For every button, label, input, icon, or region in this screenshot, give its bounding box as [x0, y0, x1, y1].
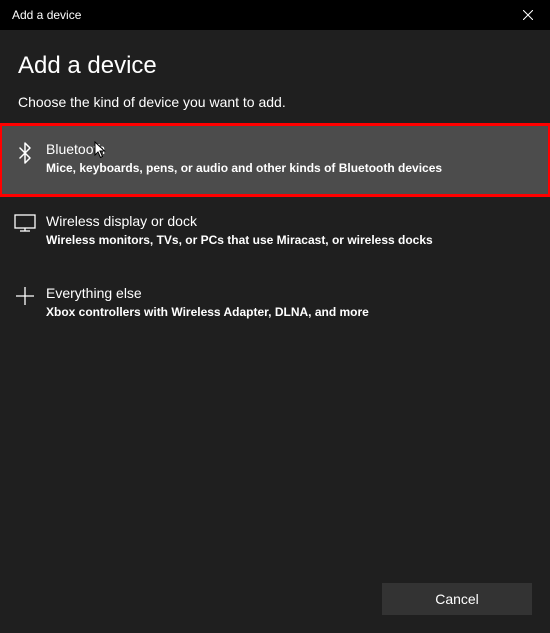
option-title: Bluetooth: [46, 140, 536, 158]
instruction-text: Choose the kind of device you want to ad…: [18, 94, 532, 110]
option-description: Xbox controllers with Wireless Adapter, …: [46, 304, 536, 321]
option-title: Wireless display or dock: [46, 212, 536, 230]
monitor-icon: [14, 214, 36, 232]
titlebar: Add a device: [0, 0, 550, 30]
close-icon: [523, 10, 533, 20]
device-options-list: Bluetooth Mice, keyboards, pens, or audi…: [0, 124, 550, 340]
footer: Cancel: [382, 583, 532, 615]
option-wireless-display[interactable]: Wireless display or dock Wireless monito…: [0, 196, 550, 268]
page-title: Add a device: [18, 52, 532, 80]
option-text: Wireless display or dock Wireless monito…: [46, 212, 536, 249]
window-title: Add a device: [12, 8, 81, 22]
option-title: Everything else: [46, 284, 536, 302]
content-area: Add a device Choose the kind of device y…: [0, 30, 550, 340]
option-description: Wireless monitors, TVs, or PCs that use …: [46, 232, 536, 249]
option-description: Mice, keyboards, pens, or audio and othe…: [46, 160, 536, 177]
option-text: Bluetooth Mice, keyboards, pens, or audi…: [46, 140, 536, 177]
bluetooth-icon: [14, 142, 36, 164]
option-bluetooth[interactable]: Bluetooth Mice, keyboards, pens, or audi…: [0, 124, 550, 196]
close-button[interactable]: [505, 0, 550, 30]
plus-icon: [14, 286, 36, 306]
option-everything-else[interactable]: Everything else Xbox controllers with Wi…: [0, 268, 550, 340]
option-text: Everything else Xbox controllers with Wi…: [46, 284, 536, 321]
cancel-button[interactable]: Cancel: [382, 583, 532, 615]
